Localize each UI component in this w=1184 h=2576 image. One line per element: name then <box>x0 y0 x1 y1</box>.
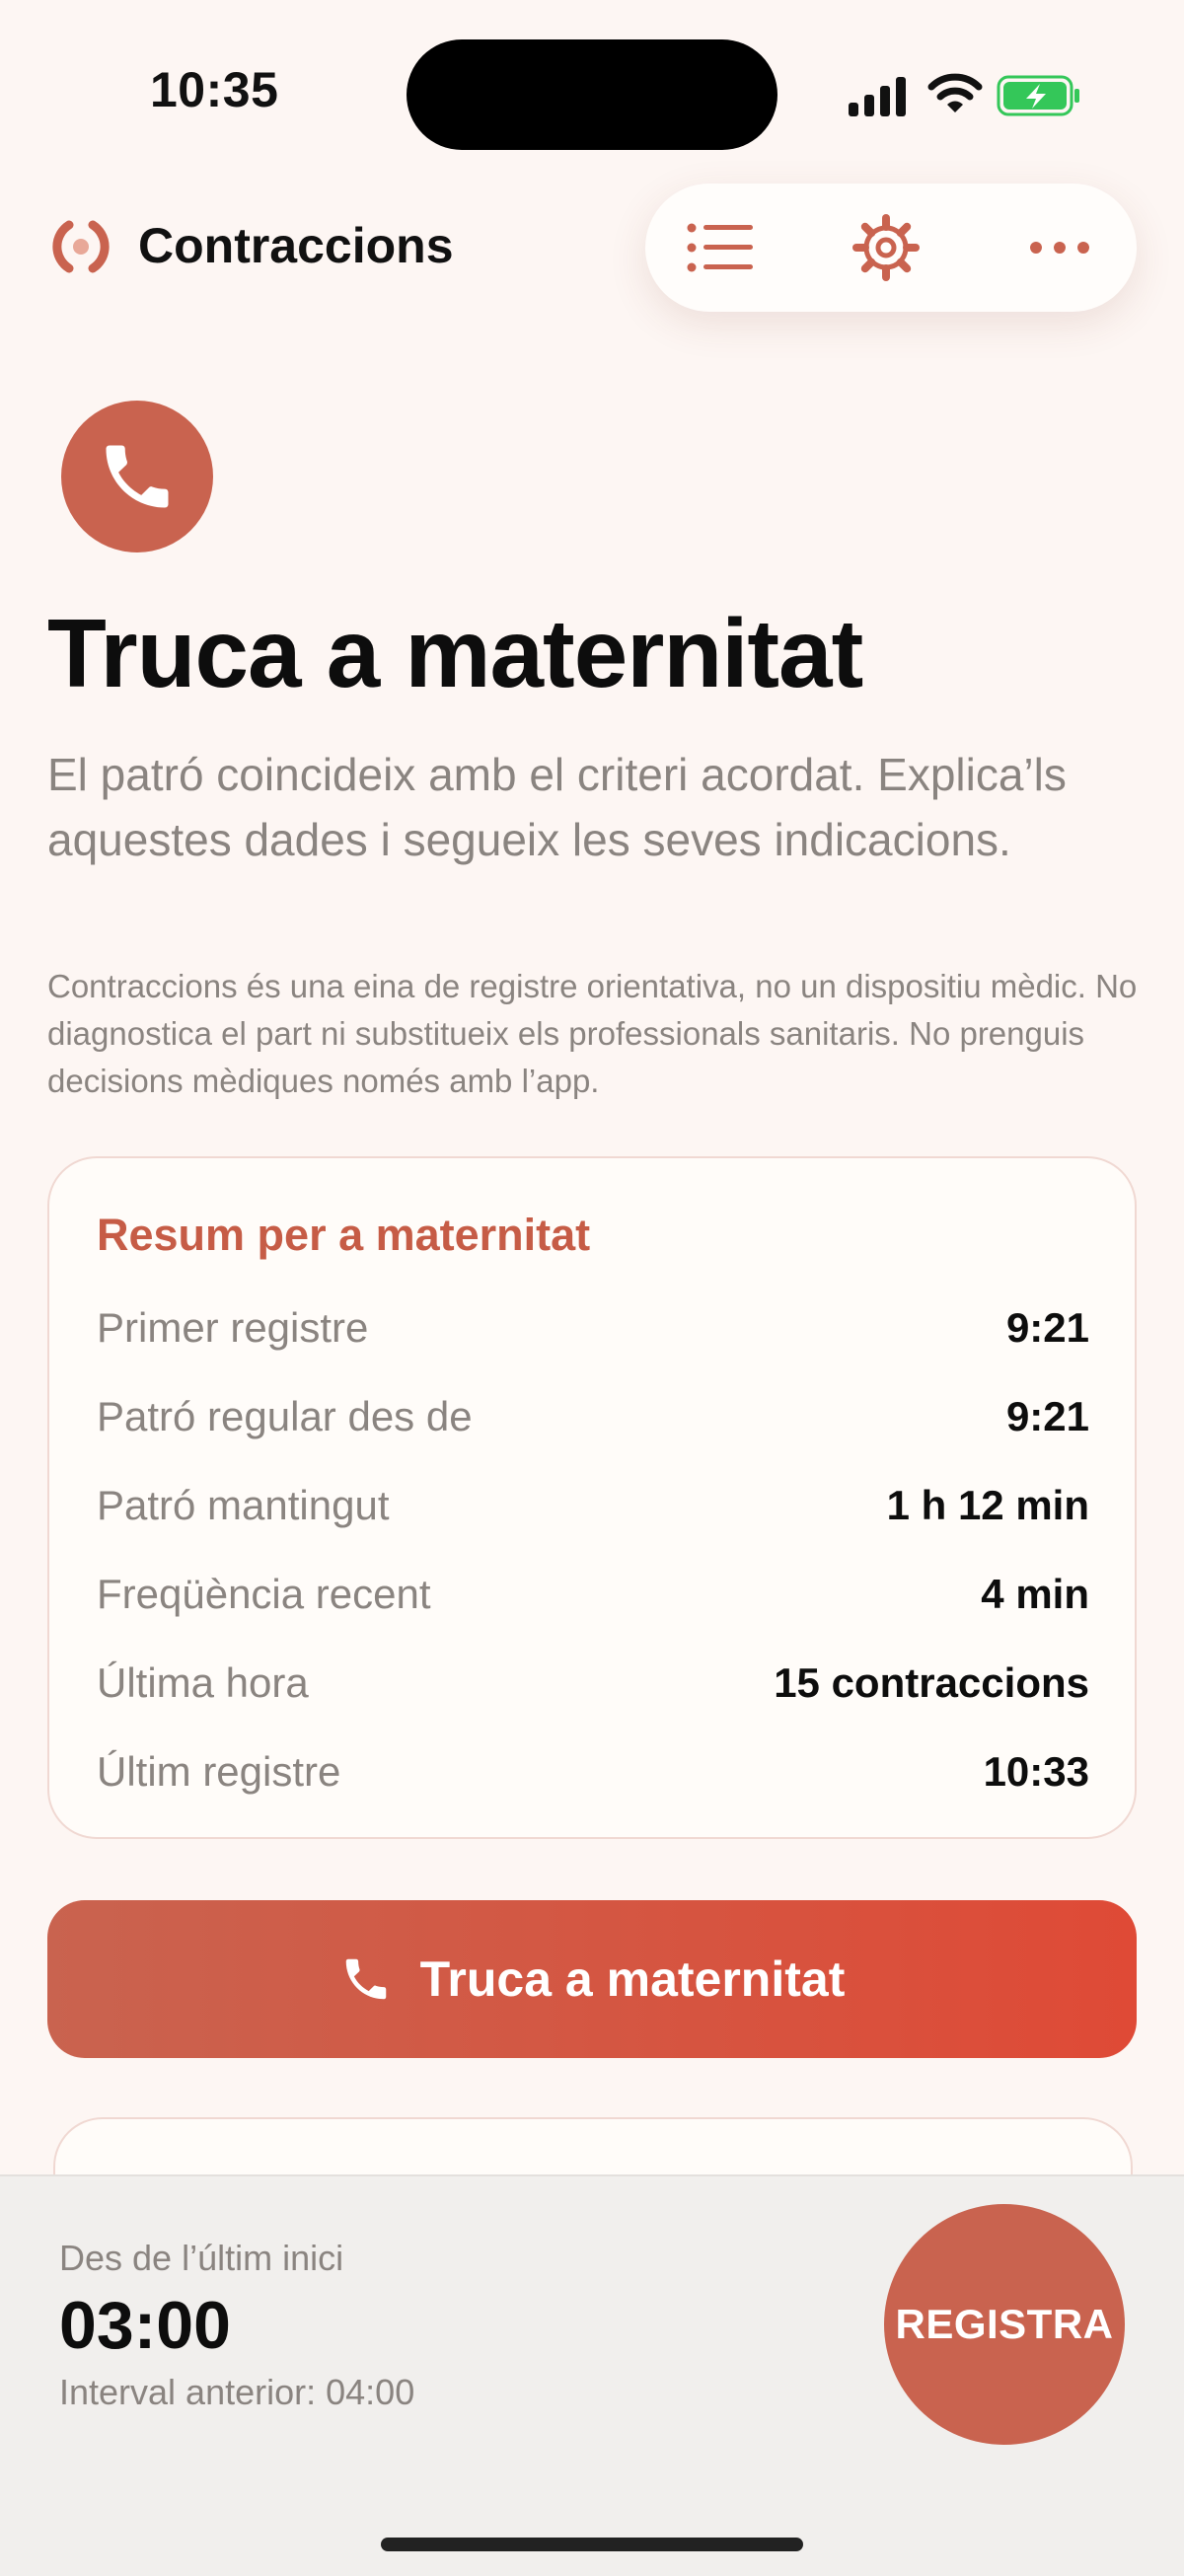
page-title: Truca a maternitat <box>47 599 863 707</box>
summary-row-value: 10:33 <box>983 1748 1089 1795</box>
summary-row-label: Últim registre <box>97 1748 341 1795</box>
summary-row-label: Freqüència recent <box>97 1571 431 1617</box>
summary-row: Freqüència recent 4 min <box>97 1565 1089 1624</box>
page-subtitle: El patró coincideix amb el criteri acord… <box>47 749 1067 865</box>
summary-row-value: 4 min <box>981 1571 1089 1617</box>
summary-row: Primer registre 9:21 <box>97 1298 1089 1358</box>
signal-icon <box>849 77 906 116</box>
app-title: Contraccions <box>138 218 454 273</box>
list-icon <box>687 223 753 272</box>
since-last-start-label: Des de l’últim inici <box>59 2238 344 2278</box>
summary-row-value: 9:21 <box>1005 1393 1089 1439</box>
gear-icon <box>852 214 920 281</box>
battery-icon <box>997 75 1079 116</box>
toolbar <box>645 184 1137 312</box>
summary-row-value: 9:21 <box>1005 1304 1089 1351</box>
summary-card: Resum per a maternitat Primer registre 9… <box>47 1156 1137 1839</box>
phone-badge <box>61 401 213 552</box>
status-time: 10:35 <box>150 62 279 117</box>
summary-title: Resum per a maternitat <box>97 1210 591 1260</box>
elapsed-timer: 03:00 <box>59 2288 231 2363</box>
medical-disclaimer: Contraccions és una eina de registre ori… <box>47 968 1138 1099</box>
summary-row-label: Última hora <box>97 1659 309 1706</box>
settings-button[interactable] <box>851 213 922 282</box>
previous-interval: Interval anterior: 04:00 <box>59 2372 415 2412</box>
phone-icon <box>106 445 169 508</box>
summary-row-value: 1 h 12 min <box>886 1482 1089 1528</box>
call-maternity-button[interactable]: Truca a maternitat <box>47 1900 1137 2058</box>
summary-row: Última hora 15 contraccions <box>97 1654 1089 1713</box>
list-button[interactable] <box>685 213 756 282</box>
summary-row-value: 15 contraccions <box>774 1659 1089 1706</box>
home-indicator[interactable] <box>381 2538 803 2551</box>
more-button[interactable] <box>1024 213 1095 282</box>
more-icon <box>1030 242 1089 254</box>
wifi-icon <box>927 73 983 112</box>
summary-row-label: Patró regular des de <box>97 1393 473 1439</box>
call-button-label: Truca a maternitat <box>419 1951 846 2007</box>
dynamic-island <box>407 39 777 150</box>
logo-icon <box>52 220 110 273</box>
summary-row: Últim registre 10:33 <box>97 1742 1089 1802</box>
summary-row: Patró mantingut 1 h 12 min <box>97 1476 1089 1535</box>
summary-row-label: Primer registre <box>97 1304 369 1351</box>
summary-row: Patró regular des de 9:21 <box>97 1387 1089 1446</box>
summary-row-label: Patró mantingut <box>97 1482 390 1528</box>
register-button[interactable]: REGISTRA <box>884 2204 1125 2445</box>
phone-icon <box>345 1958 386 2000</box>
